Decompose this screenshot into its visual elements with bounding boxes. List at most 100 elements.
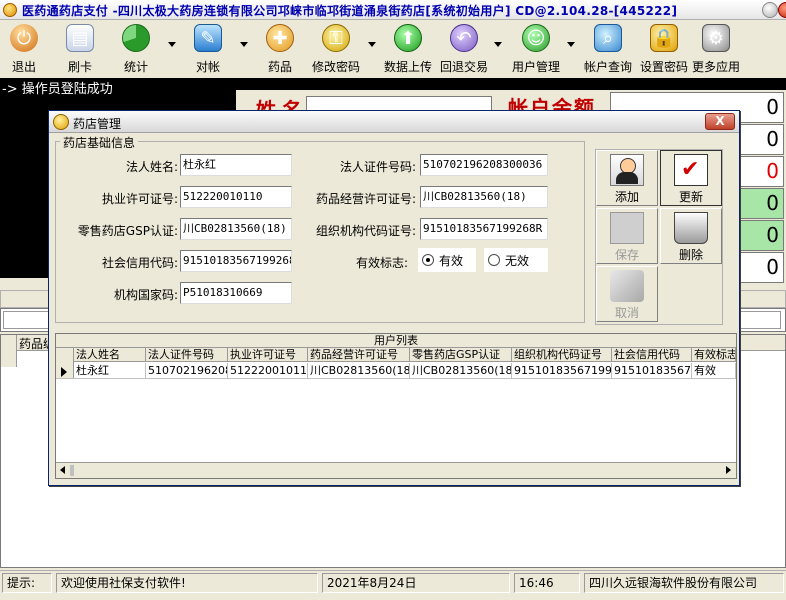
valid-radio-label: 有效 (439, 253, 464, 268)
license-label: 执业许可证号: (101, 192, 178, 206)
save-button[interactable]: 保存 (596, 208, 658, 264)
status-bar: 提示: 欢迎使用社保支付软件! 2021年8月24日 16:46 四川久远银海软… (0, 570, 786, 594)
reconcile-icon: ✎ (194, 24, 222, 52)
action-button-panel: 添加 更新 保存 删除 取消 (595, 149, 723, 325)
reconcile-dropdown-arrow[interactable] (240, 42, 248, 47)
user-list-grid: 用户列表 法人姓名 法人证件号码 执业许可证号 药品经营许可证号 零售药店GSP… (55, 333, 737, 479)
query-icon: ⌕ (594, 24, 622, 52)
delete-button[interactable]: 删除 (660, 208, 722, 264)
statistics-button[interactable]: 统计 (122, 24, 150, 76)
column-header[interactable]: 药品经营许可证号 (308, 348, 410, 362)
key-icon: ⚿ (322, 24, 350, 52)
grid-row-selector (1, 335, 17, 367)
return-icon: ↶ (450, 24, 478, 52)
table-cell: 杜永红 (74, 363, 146, 379)
user-dropdown-arrow[interactable] (567, 42, 575, 47)
rollback-dropdown-arrow[interactable] (494, 42, 502, 47)
column-header[interactable]: 社会信用代码 (612, 348, 692, 362)
floppy-icon (610, 212, 644, 244)
column-header[interactable]: 法人姓名 (74, 348, 146, 362)
drugs-label: 药品 (267, 60, 292, 74)
add-button[interactable]: 添加 (596, 150, 658, 206)
credit-code-input[interactable]: 91510183567199268R (180, 250, 292, 272)
national-code-label: 机构国家码: (113, 288, 178, 302)
table-cell: 川CB02813560(18) (412, 363, 512, 379)
more-apps-button[interactable]: ⚙ 更多应用 (692, 24, 740, 76)
status-flag-label: 有效标志: (355, 256, 408, 270)
column-header[interactable]: 组织机构代码证号 (512, 348, 612, 362)
statistics-dropdown-arrow[interactable] (168, 42, 176, 47)
license-input[interactable]: 512220010110 (180, 186, 292, 208)
invalid-radio-label: 无效 (505, 253, 530, 268)
exit-button[interactable]: ⏻ 退出 (10, 24, 38, 76)
console-message: -> 操作员登陆成功 (2, 82, 113, 97)
status-message: 欢迎使用社保支付软件! (56, 573, 318, 593)
gsp-input[interactable]: 川CB02813560(18) (180, 218, 292, 240)
drugs-button[interactable]: ✚ 药品 (266, 24, 294, 76)
update-button[interactable]: 更新 (660, 150, 722, 206)
user-management-button[interactable]: ☺ 用户管理 (512, 24, 560, 76)
business-license-input[interactable]: 川CB02813560(18) (420, 186, 548, 208)
drug-icon: ✚ (266, 24, 294, 52)
swipe-card-label: 刷卡 (67, 60, 92, 74)
legal-id-label: 法人证件号码: (339, 160, 416, 174)
eraser-icon (610, 270, 644, 302)
dialog-close-button[interactable]: X (705, 113, 735, 130)
scroll-left-icon[interactable] (60, 466, 65, 474)
rollback-transaction-label: 回退交易 (440, 60, 489, 74)
table-cell: 91510183567199268R (514, 363, 612, 379)
window-close-button[interactable] (778, 2, 786, 18)
scroll-right-icon[interactable] (726, 466, 731, 474)
cancel-button-label: 取消 (614, 306, 639, 320)
more-apps-label: 更多应用 (692, 60, 741, 74)
org-code-input[interactable]: 91510183567199268R (420, 218, 548, 240)
pharmacy-info-group: 药店基础信息 法人姓名: 杜永红 法人证件号码: 510702196208300… (55, 134, 585, 323)
user-list-caption: 用户列表 (56, 334, 736, 348)
exit-label: 退出 (11, 60, 36, 74)
change-password-label: 修改密码 (312, 60, 361, 74)
horizontal-scrollbar[interactable] (56, 462, 736, 478)
column-header[interactable]: 法人证件号码 (146, 348, 228, 362)
data-upload-label: 数据上传 (384, 60, 433, 74)
legal-name-label: 法人姓名: (125, 160, 178, 174)
gsp-label: 零售药店GSP认证: (77, 224, 178, 238)
status-date: 2021年8月24日 (322, 573, 510, 593)
valid-radio[interactable]: 有效 (418, 248, 476, 272)
checkmark-icon (674, 154, 708, 186)
change-password-button[interactable]: ⚿ 修改密码 (312, 24, 360, 76)
lock-icon: 🔒 (650, 24, 678, 52)
column-header[interactable]: 执业许可证号 (228, 348, 308, 362)
table-cell: 512220010110 (230, 363, 308, 379)
person-icon (610, 154, 644, 186)
column-header[interactable]: 零售药店GSP认证 (410, 348, 512, 362)
update-button-label: 更新 (678, 190, 703, 204)
cancel-button[interactable]: 取消 (596, 266, 658, 322)
status-prompt: 提示: (2, 573, 52, 593)
scroll-thumb[interactable] (70, 465, 74, 476)
column-header[interactable]: 有效标志 (692, 348, 736, 362)
invalid-radio[interactable]: 无效 (484, 248, 548, 272)
table-row[interactable]: 杜永红 510702196208300036 512220010110 川CB0… (56, 363, 736, 379)
legal-name-input[interactable]: 杜永红 (180, 154, 292, 176)
rollback-transaction-button[interactable]: ↶ 回退交易 (440, 24, 488, 76)
invalid-radio-dot (488, 254, 500, 266)
minimize-button[interactable] (762, 2, 778, 18)
valid-radio-dot (422, 254, 434, 266)
exit-icon: ⏻ (10, 24, 38, 52)
swipe-card-button[interactable]: ▤ 刷卡 (66, 24, 94, 76)
dialog-title-bar: 药店管理 X (49, 111, 739, 133)
data-upload-button[interactable]: ⬆ 数据上传 (384, 24, 432, 76)
legal-id-input[interactable]: 510702196208300036 (420, 154, 548, 176)
national-code-input[interactable]: P51018310669 (180, 282, 292, 304)
table-cell: 91510183567199268R (614, 363, 692, 379)
account-query-button[interactable]: ⌕ 帐户查询 (584, 24, 632, 76)
update-icon: ⚙ (702, 24, 730, 52)
password-dropdown-arrow[interactable] (368, 42, 376, 47)
reconcile-label: 对帐 (195, 60, 220, 74)
org-code-label: 组织机构代码证号: (315, 224, 416, 238)
reconcile-button[interactable]: ✎ 对帐 (194, 24, 222, 76)
credit-code-label: 社会信用代码: (101, 256, 178, 270)
user-management-label: 用户管理 (512, 60, 561, 74)
set-password-label: 设置密码 (640, 60, 689, 74)
set-password-button[interactable]: 🔒 设置密码 (640, 24, 688, 76)
